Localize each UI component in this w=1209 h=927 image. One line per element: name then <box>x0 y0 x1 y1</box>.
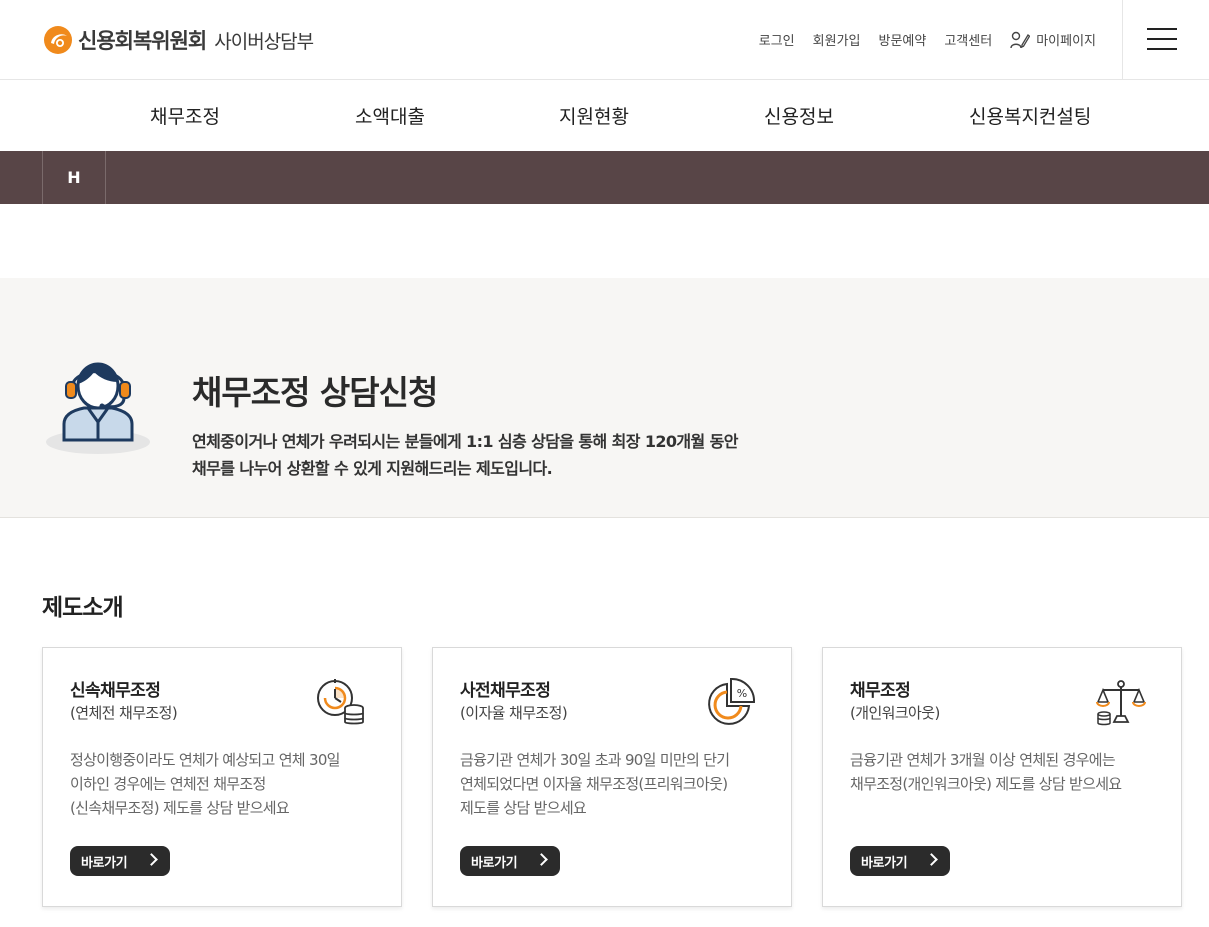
go-button-label: 바로가기 <box>861 855 908 871</box>
card-desc-line: 연체되었다면 이자율 채무조정(프리워크아웃) <box>460 775 728 793</box>
go-button[interactable]: 바로가기 <box>850 846 950 876</box>
program-card-pre-debt-adjustment: 사전채무조정 (이자율 채무조정) % 금융기관 연체가 30일 초과 90일 … <box>432 647 792 907</box>
card-desc-line: 금융기관 연체가 3개월 이상 연체된 경우에는 <box>850 751 1116 769</box>
customer-center-link[interactable]: 고객센터 <box>944 30 992 49</box>
svg-text:%: % <box>737 687 747 700</box>
card-desc-line: 제도를 상담 받으세요 <box>460 799 587 817</box>
go-button-label: 바로가기 <box>471 855 518 871</box>
logo-main-text: 신용회복위원회 <box>78 29 207 53</box>
chevron-right-icon <box>925 853 938 866</box>
chevron-right-icon <box>145 853 158 866</box>
logo-icon <box>44 26 72 54</box>
balance-scale-icon <box>1096 680 1146 726</box>
card-title: 사전채무조정 <box>460 681 551 701</box>
nav-credit-welfare-consulting[interactable]: 신용복지컨설팅 <box>969 102 1091 129</box>
location-bar: H <box>0 151 1209 204</box>
go-button[interactable]: 바로가기 <box>70 846 170 876</box>
hamburger-line <box>1147 48 1177 50</box>
nav-credit-info[interactable]: 신용정보 <box>764 102 834 129</box>
login-link[interactable]: 로그인 <box>759 30 795 49</box>
program-card-quick-debt-adjustment: 신속채무조정 (연체전 채무조정) 정상이행중이라도 연체가 예상되고 연체 3… <box>42 647 402 907</box>
clock-coins-icon <box>317 679 364 725</box>
card-subtitle: (연체전 채무조정) <box>70 704 178 722</box>
card-desc-line: 이하인 경우에는 연체전 채무조정 <box>70 775 266 793</box>
intro-desc-line: 채무를 나누어 상환할 수 있게 지원해드리는 제도입니다. <box>192 459 553 478</box>
go-button[interactable]: 바로가기 <box>460 846 560 876</box>
hamburger-line <box>1147 28 1177 30</box>
program-card-personal-workout: 채무조정 (개인워크아웃) 금융기관 연체가 3개월 이상 연체된 경우에는 채… <box>822 647 1182 907</box>
section-title: 제도소개 <box>42 595 124 621</box>
card-description: 금융기관 연체가 30일 초과 90일 미만의 단기 연체되었다면 이자율 채무… <box>460 748 770 820</box>
go-button-label: 바로가기 <box>81 855 128 871</box>
intro-desc-line: 연체중이거나 연체가 우려되시는 분들에게 1:1 심층 상담을 통해 최장 1… <box>192 432 738 451</box>
card-subtitle: (이자율 채무조정) <box>460 704 568 722</box>
percent-pie-icon: % <box>708 677 756 725</box>
logo-sub-text: 사이버상담부 <box>214 30 314 53</box>
user-icon <box>1010 31 1031 48</box>
card-description: 정상이행중이라도 연체가 예상되고 연체 30일 이하인 경우에는 연체전 채무… <box>70 748 380 820</box>
card-desc-line: (신속채무조정) 제도를 상담 받으세요 <box>70 799 290 817</box>
page-title: 채무조정 상담신청 <box>192 373 438 412</box>
card-title: 신속채무조정 <box>70 681 161 701</box>
chevron-right-icon <box>535 853 548 866</box>
site-header: 신용회복위원회 사이버상담부 로그인 회원가입 방문예약 고객센터 마이페이지 <box>0 0 1209 80</box>
nav-small-loan[interactable]: 소액대출 <box>355 102 425 129</box>
card-desc-line: 채무조정(개인워크아웃) 제도를 상담 받으세요 <box>850 775 1122 793</box>
visit-reservation-link[interactable]: 방문예약 <box>879 30 927 49</box>
card-description: 금융기관 연체가 3개월 이상 연체된 경우에는 채무조정(개인워크아웃) 제도… <box>850 748 1160 796</box>
card-desc-line: 금융기관 연체가 30일 초과 90일 미만의 단기 <box>460 751 730 769</box>
hamburger-line <box>1147 38 1177 40</box>
card-desc-line: 정상이행중이라도 연체가 예상되고 연체 30일 <box>70 751 340 769</box>
mypage-link[interactable]: 마이페이지 <box>1010 30 1096 49</box>
intro-banner: 채무조정 상담신청 연체중이거나 연체가 우려되시는 분들에게 1:1 심층 상… <box>0 278 1209 518</box>
nav-debt-adjustment[interactable]: 채무조정 <box>150 102 220 129</box>
mypage-label: 마이페이지 <box>1036 34 1096 49</box>
hamburger-menu-button[interactable] <box>1122 0 1209 80</box>
home-button[interactable]: H <box>42 151 106 204</box>
signup-link[interactable]: 회원가입 <box>813 30 861 49</box>
intro-description: 연체중이거나 연체가 우려되시는 분들에게 1:1 심층 상담을 통해 최장 1… <box>192 428 738 482</box>
card-subtitle: (개인워크아웃) <box>850 704 940 722</box>
counselor-headset-icon <box>46 362 150 454</box>
site-logo[interactable]: 신용회복위원회 사이버상담부 <box>42 24 314 56</box>
nav-support-status[interactable]: 지원현황 <box>559 102 629 129</box>
main-nav: 채무조정 소액대출 지원현황 신용정보 신용복지컨설팅 <box>0 80 1209 151</box>
utility-nav: 로그인 회원가입 방문예약 고객센터 마이페이지 <box>741 30 1096 49</box>
card-title: 채무조정 <box>850 681 911 701</box>
